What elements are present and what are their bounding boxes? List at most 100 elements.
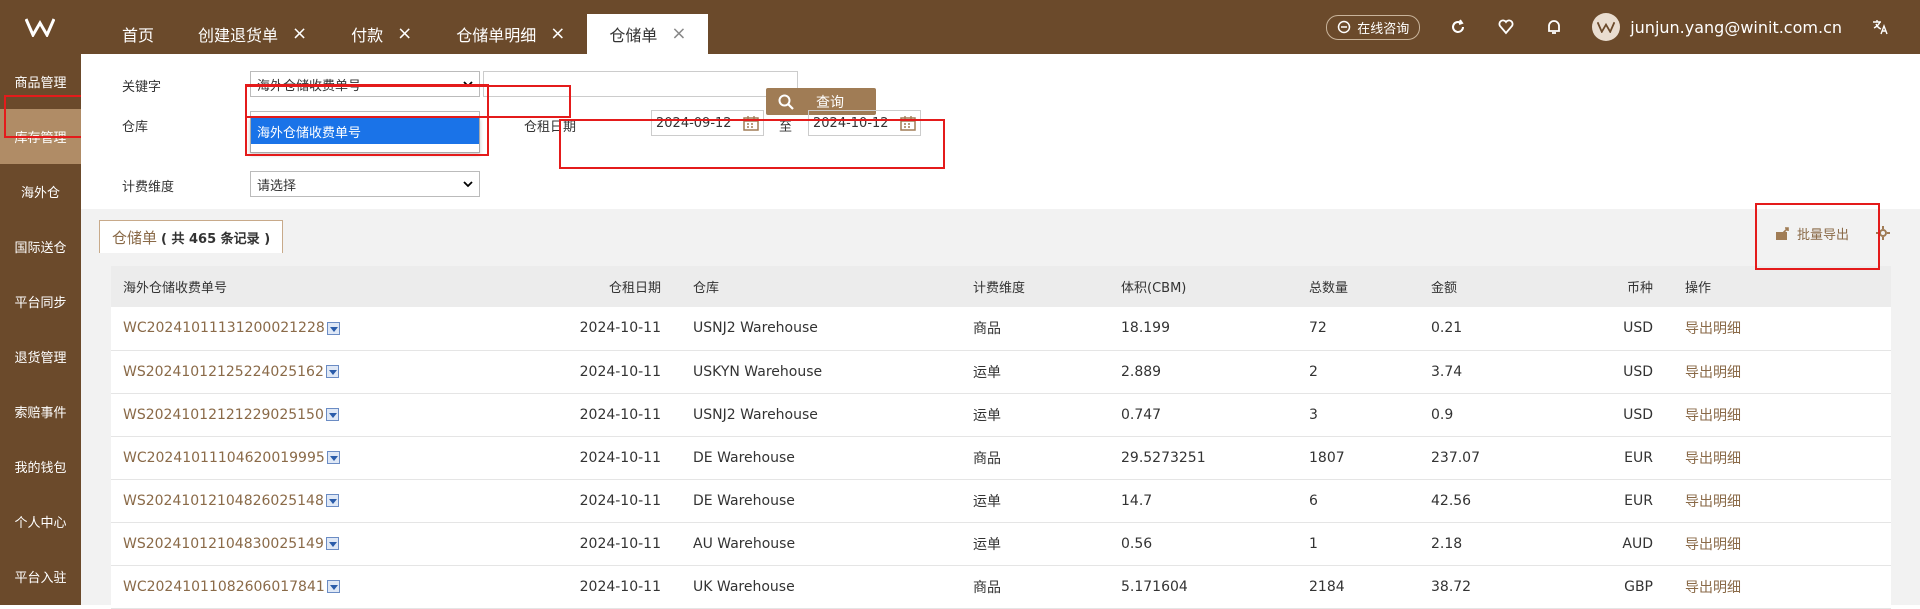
warehouse-label: 仓库: [122, 120, 149, 135]
top-bar: 首页 创建退货单 × 付款 × 仓储单明细 × 仓储单 × 在线咨询 junjun.ya…: [0, 0, 1920, 54]
order-id-cell[interactable]: WS20241012121229025150: [111, 393, 561, 437]
dimension-cell: 商品: [961, 436, 1109, 480]
table-row: WC20241011131200021228 2024-10-11 USNJ2 …: [111, 307, 1891, 351]
dropdown-toggle-icon[interactable]: [325, 365, 339, 378]
currency-cell: USD: [1599, 350, 1673, 394]
dropdown-toggle-icon[interactable]: [325, 537, 339, 550]
amount-cell: 42.56: [1419, 479, 1599, 523]
warehouse-cell: USNJ2 Warehouse: [681, 307, 961, 351]
column-header[interactable]: 体积(CBM): [1109, 266, 1297, 307]
column-header[interactable]: 总数量: [1297, 266, 1419, 307]
order-id-cell[interactable]: WC20241011104620019995: [111, 436, 561, 480]
quantity-cell: 2: [1297, 350, 1419, 394]
volume-cell: 18.199: [1109, 307, 1297, 351]
tab-storage-detail[interactable]: 仓储单明细 ×: [434, 14, 587, 54]
favorite-icon[interactable]: [1496, 17, 1516, 37]
logo[interactable]: [0, 0, 80, 54]
tab-home[interactable]: 首页: [100, 14, 176, 54]
date-cell: 2024-10-11: [561, 565, 681, 609]
date-cell: 2024-10-11: [561, 307, 681, 351]
sidebar-item-claims[interactable]: 索赔事件: [0, 384, 81, 439]
volume-cell: 29.5273251: [1109, 436, 1297, 480]
dropdown-toggle-icon[interactable]: [326, 321, 340, 335]
column-header[interactable]: 金额: [1419, 266, 1599, 307]
dimension-cell: 运单: [961, 479, 1109, 523]
record-count: 465: [189, 231, 217, 247]
dimension-cell: 运单: [961, 393, 1109, 437]
sidebar-item-platform-join[interactable]: 平台入驻: [0, 549, 81, 604]
amount-cell: 237.07: [1419, 436, 1599, 480]
table-row: WS20241012121229025150 2024-10-11 USNJ2 …: [111, 393, 1891, 437]
bell-icon[interactable]: [1544, 17, 1564, 37]
currency-cell: USD: [1599, 393, 1673, 437]
tab-payment[interactable]: 付款 ×: [329, 14, 434, 54]
user-menu[interactable]: junjun.yang@winit.com.cn: [1592, 13, 1842, 41]
export-detail-link[interactable]: 导出明细: [1673, 307, 1891, 351]
sidebar-item-international-shipping[interactable]: 国际送仓: [0, 219, 81, 274]
close-icon[interactable]: ×: [550, 25, 565, 43]
highlight-box: [559, 119, 945, 169]
column-header[interactable]: 币种: [1599, 266, 1673, 307]
warehouse-cell: DE Warehouse: [681, 479, 961, 523]
order-id-cell[interactable]: WS20241012125224025162: [111, 350, 561, 394]
dropdown-toggle-icon[interactable]: [325, 494, 339, 507]
quantity-cell: 3: [1297, 393, 1419, 437]
amount-cell: 0.9: [1419, 393, 1599, 437]
column-header[interactable]: 仓库: [681, 266, 961, 307]
order-id-cell[interactable]: WC20241011131200021228: [111, 307, 561, 351]
date-cell: 2024-10-11: [561, 436, 681, 480]
export-detail-link[interactable]: 导出明细: [1673, 350, 1891, 394]
sidebar-item-overseas-warehouse[interactable]: 海外仓: [0, 164, 81, 219]
dropdown-toggle-icon[interactable]: [326, 451, 340, 464]
tab-create-return[interactable]: 创建退货单 ×: [176, 14, 329, 54]
dimension-select[interactable]: 请选择: [250, 171, 480, 197]
tab-strip: 首页 创建退货单 × 付款 × 仓储单明细 × 仓储单 ×: [100, 14, 709, 54]
dimension-label: 计费维度: [122, 180, 175, 195]
logo-icon: [25, 18, 55, 37]
column-header[interactable]: 海外仓储收费单号: [111, 266, 561, 307]
dropdown-toggle-icon[interactable]: [326, 580, 340, 593]
amount-cell: 38.72: [1419, 565, 1599, 609]
export-detail-link[interactable]: 导出明细: [1673, 522, 1891, 566]
search-icon: [778, 94, 794, 110]
export-detail-link[interactable]: 导出明细: [1673, 393, 1891, 437]
storage-order-table: 海外仓储收费单号 仓租日期 仓库 计费维度 体积(CBM) 总数量 金额 币种 …: [111, 266, 1891, 609]
amount-cell: 0.21: [1419, 307, 1599, 351]
sidebar-item-platform-sync[interactable]: 平台同步: [0, 274, 81, 329]
refresh-icon[interactable]: [1448, 17, 1468, 37]
table-row: WS20241012104830025149 2024-10-11 AU War…: [111, 522, 1891, 566]
export-detail-link[interactable]: 导出明细: [1673, 565, 1891, 609]
amount-cell: 3.74: [1419, 350, 1599, 394]
table-row: WC20241011082606017841 2024-10-11 UK War…: [111, 565, 1891, 609]
warehouse-cell: UK Warehouse: [681, 565, 961, 609]
order-id-cell[interactable]: WC20241011082606017841: [111, 565, 561, 609]
order-id-cell[interactable]: WS20241012104830025149: [111, 522, 561, 566]
language-icon[interactable]: [1870, 17, 1890, 37]
warehouse-cell: USNJ2 Warehouse: [681, 393, 961, 437]
export-detail-link[interactable]: 导出明细: [1673, 479, 1891, 523]
order-id-cell[interactable]: WS20241012104826025148: [111, 479, 561, 523]
currency-cell: EUR: [1599, 436, 1673, 480]
close-icon[interactable]: ×: [671, 25, 686, 43]
currency-cell: GBP: [1599, 565, 1673, 609]
quantity-cell: 1: [1297, 522, 1419, 566]
close-icon[interactable]: ×: [397, 25, 412, 43]
sidebar-item-returns[interactable]: 退货管理: [0, 329, 81, 384]
dimension-cell: 运单: [961, 522, 1109, 566]
highlight-box: [1755, 203, 1880, 270]
export-detail-link[interactable]: 导出明细: [1673, 436, 1891, 480]
dimension-cell: 商品: [961, 565, 1109, 609]
date-cell: 2024-10-11: [561, 522, 681, 566]
list-tab-title[interactable]: 仓储单 ( 共 465 条记录 ): [99, 220, 284, 253]
table-header-row: 海外仓储收费单号 仓租日期 仓库 计费维度 体积(CBM) 总数量 金额 币种 …: [111, 266, 1891, 307]
dropdown-toggle-icon[interactable]: [325, 408, 339, 421]
column-header[interactable]: 仓租日期: [561, 266, 681, 307]
chevron-down-icon: [463, 181, 473, 188]
sidebar-item-profile[interactable]: 个人中心: [0, 494, 81, 549]
close-icon[interactable]: ×: [292, 25, 307, 43]
sidebar-item-wallet[interactable]: 我的钱包: [0, 439, 81, 494]
quantity-cell: 2184: [1297, 565, 1419, 609]
column-header[interactable]: 计费维度: [961, 266, 1109, 307]
tab-storage-order[interactable]: 仓储单 ×: [587, 14, 709, 54]
online-consult-button[interactable]: 在线咨询: [1326, 14, 1421, 40]
